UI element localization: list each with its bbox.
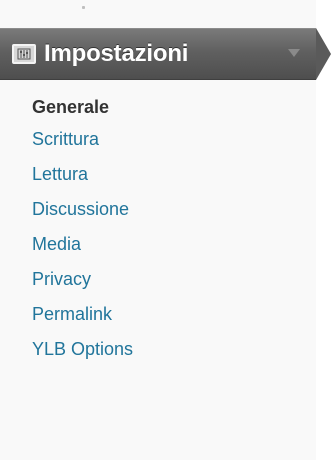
submenu-link[interactable]: Media [32,234,81,255]
submenu-item-discussione[interactable]: Discussione [0,192,316,227]
settings-submenu: Generale Scrittura Lettura Discussione M… [0,80,316,367]
submenu-item-generale[interactable]: Generale [0,92,316,122]
submenu-item-media[interactable]: Media [0,227,316,262]
submenu-link[interactable]: Permalink [32,304,112,325]
separator-dot [82,6,85,9]
menu-section-title: Impostazioni [44,40,189,67]
settings-panel-icon [12,44,36,64]
settings-menu-header[interactable]: Impostazioni [0,28,316,80]
admin-sidebar: Impostazioni Generale Scrittura Lettura … [0,0,331,460]
submenu-link[interactable]: Discussione [32,199,129,220]
submenu-link[interactable]: Lettura [32,164,88,185]
submenu-item-ylb-options[interactable]: YLB Options [0,332,316,367]
submenu-item-lettura[interactable]: Lettura [0,157,316,192]
submenu-link[interactable]: Privacy [32,269,91,290]
submenu-item-scrittura[interactable]: Scrittura [0,122,316,157]
submenu-link[interactable]: Scrittura [32,129,99,150]
submenu-link[interactable]: Generale [32,97,109,118]
submenu-item-privacy[interactable]: Privacy [0,262,316,297]
submenu-link[interactable]: YLB Options [32,339,133,360]
current-menu-pointer [316,28,331,80]
submenu-item-permalink[interactable]: Permalink [0,297,316,332]
settings-sliders-icon [17,48,31,60]
chevron-down-icon[interactable] [288,49,300,57]
previous-menu-fragment [0,0,316,28]
